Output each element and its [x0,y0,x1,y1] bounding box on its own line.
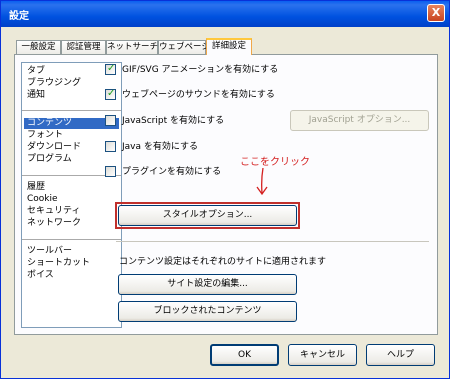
tab-label: 一般設定 [21,42,56,52]
category-divider [22,239,121,240]
tab-label: ネットサーチ [107,42,159,52]
annotation-arrow-icon [256,168,268,196]
option-label: Java を有効にする [122,142,198,152]
category-network[interactable]: ネットワーク [24,218,119,229]
help-button[interactable]: ヘルプ [366,344,435,366]
category-programs[interactable]: プログラム [24,154,119,165]
category-browsing[interactable]: ブラウジング [24,78,119,89]
style-options-button[interactable]: スタイルオプション... [118,205,297,226]
animation-checkbox[interactable]: ✓ [105,63,116,75]
category-list: タブ ブラウジング 通知 コンテンツ フォント ダウンロード プログラム 履歴 … [21,62,122,328]
sound-checkbox[interactable]: ✓ [105,88,116,100]
section-divider [116,241,429,242]
option-label: JavaScript を有効にする [122,116,225,126]
option-label: プラグインを有効にする [122,167,222,177]
tab-label: 詳細設定 [211,41,246,51]
option-label: ウェブページのサウンドを有効にする [122,90,275,100]
tab-label: 認証管理 [66,42,101,52]
annotation-text: ここをクリック [240,157,310,168]
tab-webpage[interactable]: ウェブページ [158,40,210,54]
close-icon: X [431,6,441,19]
category-shortcuts[interactable]: ショートカット [24,258,119,269]
category-divider [22,110,121,111]
category-history[interactable]: 履歴 [24,182,119,193]
edit-site-prefs-button[interactable]: サイト設定の編集... [118,274,297,295]
category-fonts[interactable]: フォント [24,130,119,141]
check-icon: ✓ [107,63,116,74]
tab-auth[interactable]: 認証管理 [61,40,106,54]
title-bar[interactable]: 設定 X [1,1,449,27]
javascript-options-button[interactable]: JavaScript オプション... [290,110,429,131]
tab-net-search[interactable]: ネットサーチ [106,40,158,54]
category-toolbars[interactable]: ツールバー [24,246,119,257]
content-settings-info: コンテンツ設定はそれぞれのサイトに適用されます [119,257,327,267]
tab-advanced[interactable]: 詳細設定 [206,38,252,55]
cancel-button[interactable]: キャンセル [288,344,357,366]
tab-label: ウェブページ [159,42,210,52]
category-cookie[interactable]: Cookie [24,194,119,205]
category-security[interactable]: セキュリティ [24,206,119,217]
ok-button[interactable]: OK [210,344,279,366]
plugins-checkbox[interactable] [105,166,116,177]
settings-dialog: 設定 X 一般設定 認証管理 ネットサーチ ウェブページ 詳細設定 タブ ブラウ… [0,0,450,379]
option-label: GIF/SVG アニメーションを有効にする [122,65,279,75]
close-button[interactable]: X [427,4,445,22]
category-voice[interactable]: ボイス [24,270,119,281]
window-title: 設定 [9,11,29,22]
javascript-checkbox[interactable] [105,115,116,126]
check-icon: ✓ [107,88,116,99]
blocked-content-button[interactable]: ブロックされたコンテンツ [118,301,297,322]
java-checkbox[interactable] [105,141,116,152]
tab-general[interactable]: 一般設定 [16,40,61,54]
